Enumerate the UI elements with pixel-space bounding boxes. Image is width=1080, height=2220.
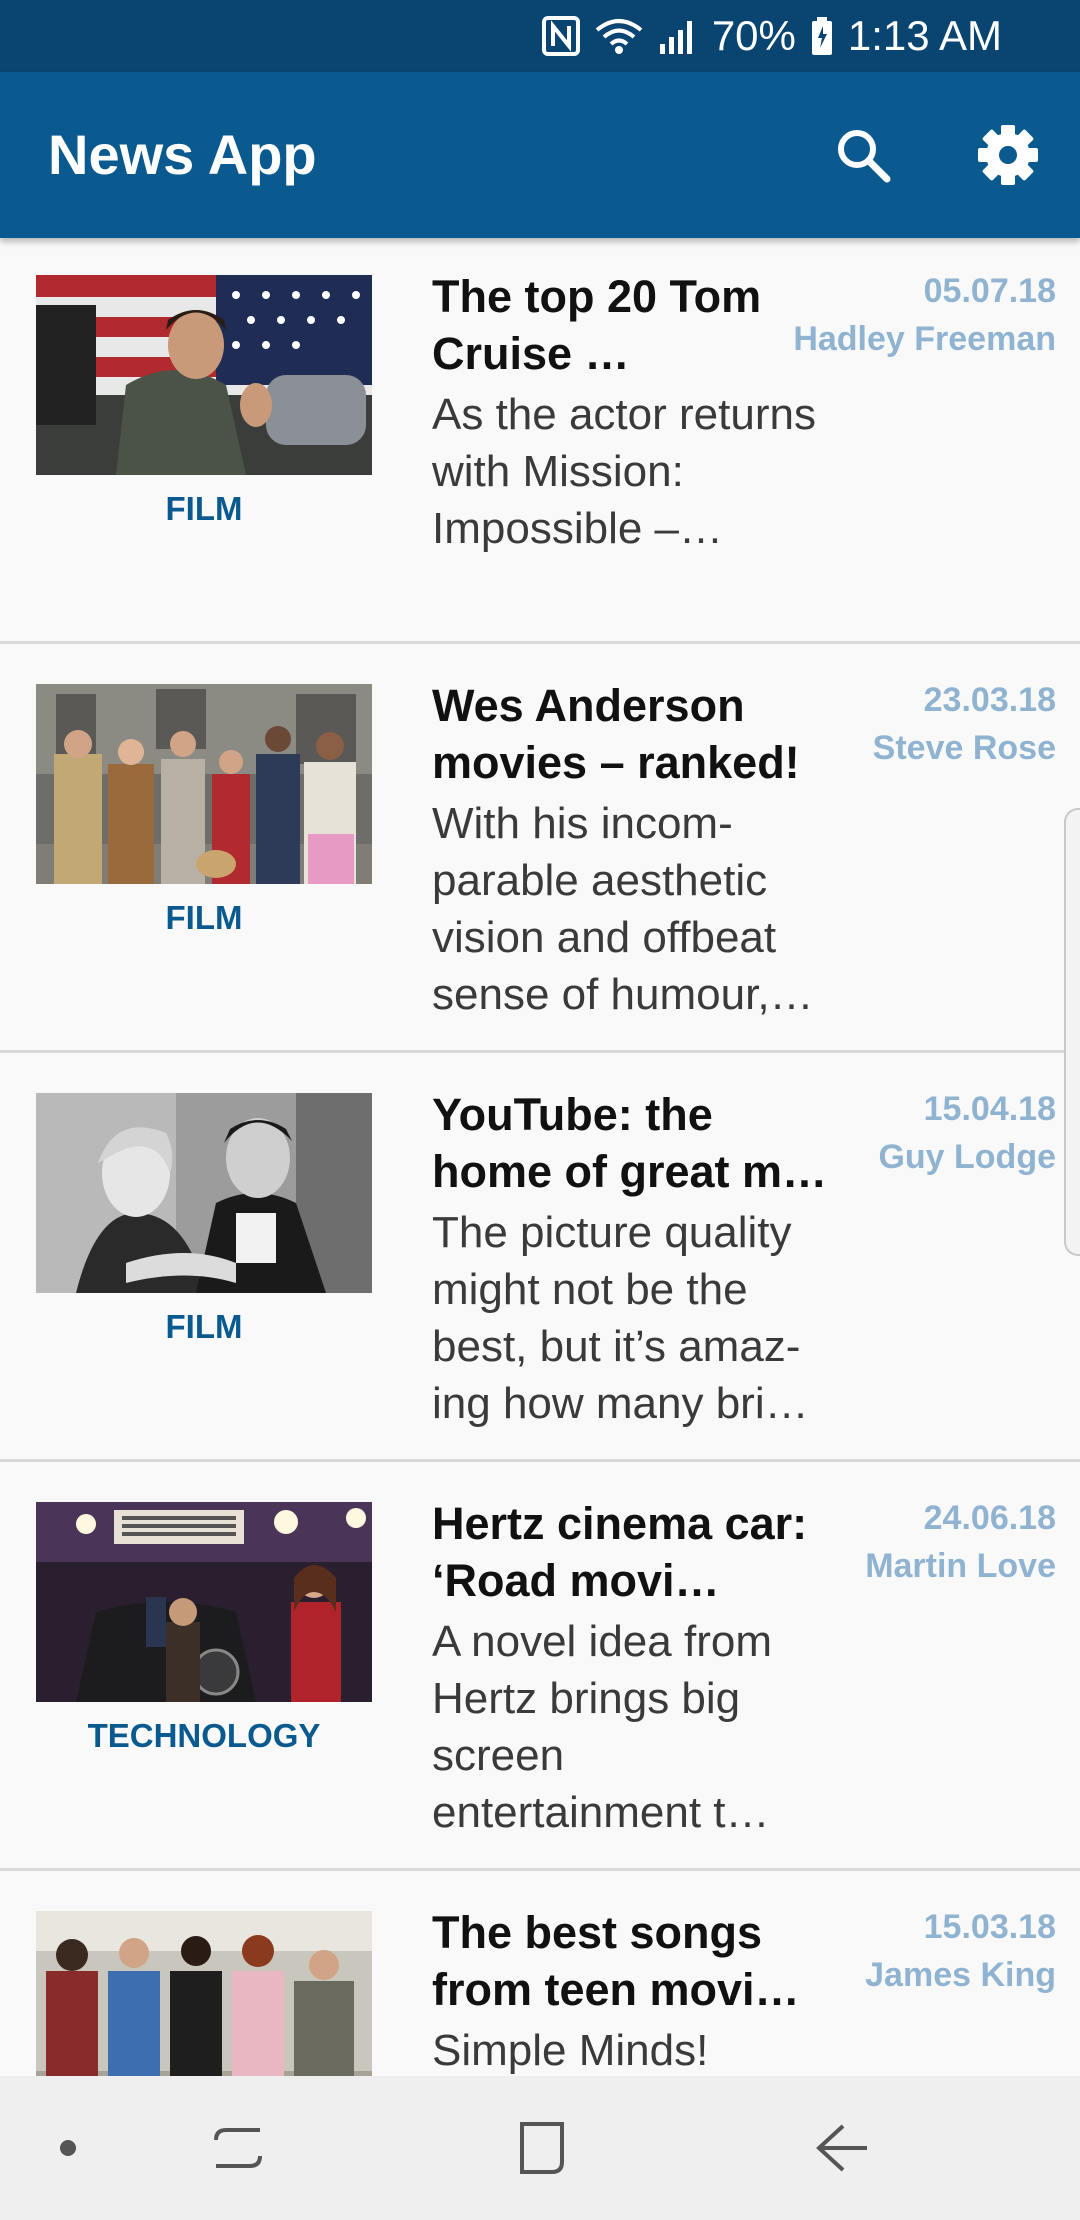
battery-icon bbox=[810, 16, 834, 56]
battery-percent: 70% bbox=[711, 12, 796, 59]
article-summary: The picture quality might not be the bes… bbox=[432, 1208, 809, 1428]
signal-icon bbox=[658, 16, 698, 56]
article-thumbnail bbox=[36, 275, 372, 475]
nfc-icon bbox=[541, 16, 580, 56]
article-item[interactable]: FILM YouTube: the home of great m… The p… bbox=[0, 1056, 1080, 1462]
article-category: TECHNOLOGY bbox=[87, 1717, 321, 1754]
article-author: Steve Rose bbox=[872, 729, 1056, 767]
wifi-icon bbox=[594, 16, 644, 56]
article-headline: The top 20 Tom Cruise … bbox=[432, 271, 762, 379]
article-summary: With his incom-parable aesthetic vision … bbox=[432, 799, 814, 1019]
status-icons: 70% 1:13 AM bbox=[541, 10, 1002, 62]
home-button[interactable] bbox=[506, 2112, 578, 2184]
article-list[interactable]: FILM The top 20 Tom Cruise … As the acto… bbox=[0, 238, 1080, 2076]
article-thumbnail bbox=[36, 1502, 372, 1702]
article-thumbnail bbox=[36, 684, 372, 884]
article-category: FILM bbox=[165, 490, 243, 527]
recent-apps-button[interactable] bbox=[202, 2112, 274, 2184]
back-button[interactable] bbox=[807, 2112, 879, 2184]
article-author: Martin Love bbox=[865, 1547, 1056, 1585]
article-category: FILM bbox=[165, 899, 243, 936]
article-headline: The best songs from teen movi… bbox=[432, 1907, 800, 2015]
edge-panel-handle[interactable] bbox=[1064, 808, 1080, 1256]
app-bar: News App bbox=[0, 72, 1080, 238]
article-author: James King bbox=[865, 1956, 1056, 1994]
navigation-bar bbox=[0, 2076, 1080, 2220]
article-headline: Hertz cinema car: ‘Road movi… bbox=[432, 1498, 808, 1606]
article-summary: Simple Minds! bbox=[432, 2026, 709, 2075]
article-thumbnail bbox=[36, 1093, 372, 1293]
article-category: FILM bbox=[165, 1308, 243, 1345]
article-summary: As the actor returns with Mission: Impos… bbox=[432, 390, 816, 553]
article-author: Hadley Freeman bbox=[793, 320, 1056, 358]
search-icon bbox=[838, 130, 891, 183]
nav-dot-button[interactable] bbox=[32, 2112, 104, 2184]
article-date: 24.06.18 bbox=[923, 1499, 1056, 1537]
home-icon bbox=[520, 2122, 564, 2174]
status-bar: 70% 1:13 AM bbox=[0, 0, 1080, 72]
article-headline: YouTube: the home of great m… bbox=[432, 1089, 828, 1197]
back-icon bbox=[816, 2124, 867, 2172]
app-title: News App bbox=[48, 123, 317, 186]
article-item[interactable]: FILM Wes Anderson movies – ranked! With … bbox=[0, 647, 1080, 1053]
recent-apps-icon bbox=[214, 2128, 262, 2168]
settings-icon bbox=[978, 125, 1038, 185]
article-date: 23.03.18 bbox=[923, 681, 1056, 719]
article-item[interactable]: The best songs from teen movi… Simple Mi… bbox=[0, 1874, 1080, 2076]
article-author: Guy Lodge bbox=[878, 1138, 1056, 1176]
article-summary: A novel idea from Hertz brings big scree… bbox=[432, 1617, 772, 1837]
article-thumbnail bbox=[36, 1911, 372, 2076]
dot-icon bbox=[60, 2140, 76, 2156]
settings-button[interactable] bbox=[966, 113, 1050, 197]
clock: 1:13 AM bbox=[847, 12, 1002, 59]
article-date: 05.07.18 bbox=[923, 272, 1056, 310]
article-headline: Wes Anderson movies – ranked! bbox=[432, 680, 800, 788]
search-button[interactable] bbox=[821, 113, 905, 197]
article-item[interactable]: FILM The top 20 Tom Cruise … As the acto… bbox=[0, 238, 1080, 644]
article-date: 15.03.18 bbox=[923, 1908, 1056, 1946]
article-item[interactable]: TECHNOLOGY Hertz cinema car: ‘Road movi…… bbox=[0, 1465, 1080, 1871]
article-date: 15.04.18 bbox=[923, 1090, 1056, 1128]
